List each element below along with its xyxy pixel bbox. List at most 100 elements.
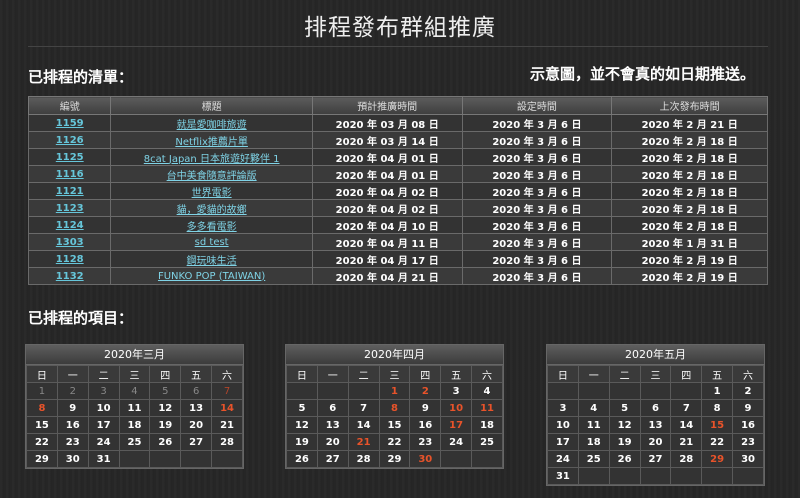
- calendar-day[interactable]: 12: [286, 416, 318, 434]
- calendar-day[interactable]: 31: [547, 467, 579, 485]
- calendar-day[interactable]: 3: [440, 382, 473, 400]
- calendar-day[interactable]: 26: [286, 450, 318, 468]
- calendar-day[interactable]: 2: [409, 382, 442, 400]
- calendar-day[interactable]: 2: [56, 382, 89, 400]
- calendar-day[interactable]: 25: [471, 433, 503, 451]
- item-id-link[interactable]: 1126: [56, 135, 84, 146]
- item-id-link[interactable]: 1123: [56, 203, 84, 214]
- calendar-day[interactable]: 27: [316, 450, 349, 468]
- calendar-day[interactable]: 24: [547, 450, 579, 468]
- calendar-day[interactable]: 4: [577, 399, 610, 417]
- calendar-day[interactable]: 22: [701, 433, 734, 451]
- calendar-day[interactable]: 18: [118, 416, 151, 434]
- calendar-day[interactable]: 6: [316, 399, 349, 417]
- calendar-day[interactable]: 21: [347, 433, 380, 451]
- calendar-day[interactable]: 19: [149, 416, 182, 434]
- calendar-day[interactable]: 25: [577, 450, 610, 468]
- calendar-day[interactable]: 9: [409, 399, 442, 417]
- calendar-day[interactable]: 15: [378, 416, 411, 434]
- calendar-day[interactable]: 28: [670, 450, 703, 468]
- calendar-day[interactable]: 11: [471, 399, 503, 417]
- calendar-day[interactable]: 9: [732, 399, 764, 417]
- calendar-day[interactable]: 9: [56, 399, 89, 417]
- item-title-link[interactable]: 就是愛咖啡旅遊: [177, 120, 247, 131]
- calendar-day[interactable]: 19: [286, 433, 318, 451]
- item-title-link[interactable]: 世界電影: [192, 188, 232, 199]
- calendar-day[interactable]: 7: [670, 399, 703, 417]
- calendar-day[interactable]: 10: [87, 399, 120, 417]
- item-title-link[interactable]: 8cat Japan 日本旅遊好夥伴 1: [144, 154, 280, 165]
- item-title-link[interactable]: 台中美食隨意評論版: [167, 171, 257, 182]
- item-title-link[interactable]: FUNKO POP (TAIWAN): [158, 271, 265, 282]
- calendar-day[interactable]: 7: [211, 382, 243, 400]
- item-id-link[interactable]: 1121: [56, 186, 84, 197]
- item-id-link[interactable]: 1128: [56, 254, 84, 265]
- calendar-day[interactable]: 3: [547, 399, 579, 417]
- calendar-day[interactable]: 31: [87, 450, 120, 468]
- item-id-link[interactable]: 1124: [56, 220, 84, 231]
- calendar-day[interactable]: 23: [56, 433, 89, 451]
- calendar-day[interactable]: 1: [701, 382, 734, 400]
- calendar-day[interactable]: 15: [701, 416, 734, 434]
- item-id-link[interactable]: 1132: [56, 271, 84, 282]
- calendar-day[interactable]: 5: [608, 399, 641, 417]
- calendar-day[interactable]: 8: [701, 399, 734, 417]
- calendar-day[interactable]: 4: [471, 382, 503, 400]
- calendar-day[interactable]: 8: [26, 399, 58, 417]
- calendar-day[interactable]: 12: [149, 399, 182, 417]
- calendar-day[interactable]: 20: [180, 416, 213, 434]
- calendar-day[interactable]: 10: [440, 399, 473, 417]
- calendar-day[interactable]: 27: [639, 450, 672, 468]
- calendar-day[interactable]: 5: [286, 399, 318, 417]
- calendar-day[interactable]: 4: [118, 382, 151, 400]
- calendar-day[interactable]: 1: [26, 382, 58, 400]
- calendar-day[interactable]: 8: [378, 399, 411, 417]
- calendar-day[interactable]: 30: [56, 450, 89, 468]
- calendar-day[interactable]: 16: [732, 416, 764, 434]
- calendar-day[interactable]: 17: [547, 433, 579, 451]
- item-title-link[interactable]: 鋼玩味生活: [187, 256, 237, 267]
- calendar-day[interactable]: 16: [56, 416, 89, 434]
- calendar-day[interactable]: 14: [211, 399, 243, 417]
- calendar-day[interactable]: 21: [670, 433, 703, 451]
- calendar-day[interactable]: 12: [608, 416, 641, 434]
- calendar-day[interactable]: 6: [180, 382, 213, 400]
- calendar-day[interactable]: 30: [732, 450, 764, 468]
- calendar-day[interactable]: 2: [732, 382, 764, 400]
- calendar-day[interactable]: 18: [471, 416, 503, 434]
- calendar-day[interactable]: 7: [347, 399, 380, 417]
- calendar-day[interactable]: 20: [316, 433, 349, 451]
- calendar-day[interactable]: 10: [547, 416, 579, 434]
- item-title-link[interactable]: 貓，愛貓的故鄉: [177, 205, 247, 216]
- calendar-day[interactable]: 22: [26, 433, 58, 451]
- calendar-day[interactable]: 22: [378, 433, 411, 451]
- item-id-link[interactable]: 1116: [56, 169, 84, 180]
- calendar-day[interactable]: 28: [211, 433, 243, 451]
- calendar-day[interactable]: 5: [149, 382, 182, 400]
- item-title-link[interactable]: sd test: [195, 237, 229, 248]
- calendar-day[interactable]: 13: [316, 416, 349, 434]
- calendar-day[interactable]: 13: [180, 399, 213, 417]
- calendar-day[interactable]: 20: [639, 433, 672, 451]
- calendar-day[interactable]: 24: [87, 433, 120, 451]
- calendar-day[interactable]: 1: [378, 382, 411, 400]
- calendar-day[interactable]: 26: [608, 450, 641, 468]
- calendar-day[interactable]: 30: [409, 450, 442, 468]
- calendar-day[interactable]: 17: [440, 416, 473, 434]
- calendar-day[interactable]: 11: [577, 416, 610, 434]
- calendar-day[interactable]: 23: [732, 433, 764, 451]
- calendar-day[interactable]: 23: [409, 433, 442, 451]
- calendar-day[interactable]: 25: [118, 433, 151, 451]
- calendar-day[interactable]: 17: [87, 416, 120, 434]
- calendar-day[interactable]: 13: [639, 416, 672, 434]
- calendar-day[interactable]: 6: [639, 399, 672, 417]
- item-title-link[interactable]: Netflix推薦片單: [175, 137, 248, 148]
- calendar-day[interactable]: 24: [440, 433, 473, 451]
- calendar-day[interactable]: 29: [701, 450, 734, 468]
- item-title-link[interactable]: 多多看電影: [187, 222, 237, 233]
- item-id-link[interactable]: 1159: [56, 118, 84, 129]
- calendar-day[interactable]: 14: [347, 416, 380, 434]
- calendar-day[interactable]: 27: [180, 433, 213, 451]
- calendar-day[interactable]: 18: [577, 433, 610, 451]
- calendar-day[interactable]: 21: [211, 416, 243, 434]
